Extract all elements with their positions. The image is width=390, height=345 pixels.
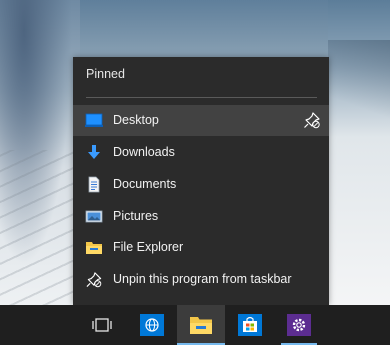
unpin-from-taskbar-item[interactable]: Unpin this program from taskbar: [73, 264, 329, 295]
jumplist-item-label: Desktop: [113, 113, 159, 127]
documents-icon: [88, 176, 100, 193]
downloads-icon: [88, 145, 100, 159]
desktop-icon: [85, 113, 103, 127]
divider: [86, 97, 317, 98]
task-view-icon: [92, 318, 112, 332]
jump-list: Pinned Desktop Downloads Documents Pictu…: [73, 57, 329, 305]
unpin-icon: [86, 272, 102, 288]
taskbar-store-button[interactable]: [226, 305, 274, 345]
file-explorer-icon: [190, 317, 212, 334]
taskbar-settings-button[interactable]: [275, 305, 323, 345]
jumplist-item-pictures[interactable]: Pictures: [73, 201, 329, 232]
pictures-icon: [85, 210, 103, 223]
pinned-section-title: Pinned: [86, 67, 125, 81]
taskbar-task-view-button[interactable]: [78, 305, 126, 345]
jumplist-item-label: File Explorer: [113, 240, 184, 254]
unpin-icon[interactable]: [303, 111, 321, 129]
jumplist-item-label: Pictures: [113, 209, 159, 223]
jumplist-item-label: Downloads: [113, 145, 175, 159]
settings-icon: [287, 314, 311, 336]
edge-browser-icon: [140, 314, 164, 336]
jumplist-item-file-explorer[interactable]: File Explorer: [73, 232, 329, 263]
file-explorer-icon: [86, 242, 102, 254]
jumplist-item-downloads[interactable]: Downloads: [73, 137, 329, 168]
taskbar-edge-button[interactable]: [128, 305, 176, 345]
jumplist-item-documents[interactable]: Documents: [73, 169, 329, 200]
jumplist-item-label: Documents: [113, 177, 177, 191]
jumplist-item-desktop[interactable]: Desktop: [73, 105, 329, 136]
jumplist-item-label: Unpin this program from taskbar: [113, 272, 292, 286]
taskbar: [0, 305, 390, 345]
wallpaper-right: [328, 0, 390, 305]
wallpaper-left: [0, 0, 80, 305]
store-icon: [238, 314, 262, 336]
taskbar-file-explorer-button[interactable]: [177, 305, 225, 345]
